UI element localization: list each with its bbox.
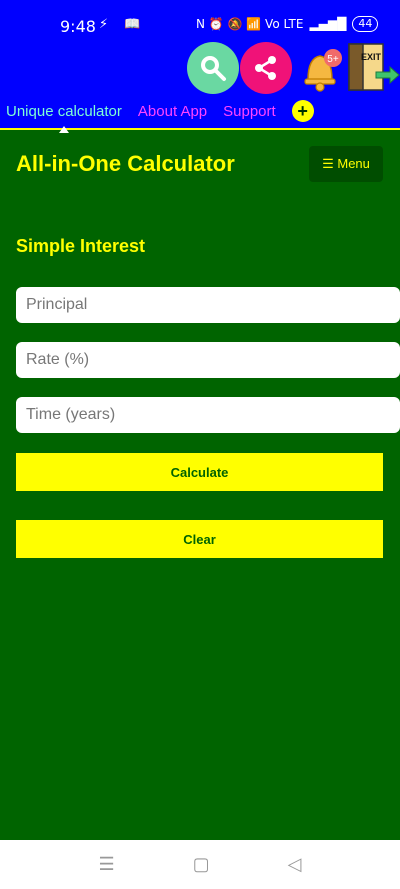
rate-input[interactable] <box>16 342 400 378</box>
share-icon <box>255 56 276 80</box>
menu-button[interactable]: ☰ Menu <box>309 146 383 182</box>
principal-input[interactable] <box>16 287 400 323</box>
page-title: All-in-One Calculator <box>16 151 235 176</box>
status-left-icons: ⚡ 📖 <box>99 17 147 32</box>
status-bar: 9:48 ⚡ 📖 N ⏰ 🔕 📶 Vo LTE ▂▄▆█ 44 <box>0 0 400 42</box>
system-nav-bar: ☰ ▢ ◁ <box>0 840 400 889</box>
exit-button[interactable]: EXIT <box>346 42 400 94</box>
share-button[interactable] <box>240 42 292 94</box>
signal-icon: ▂▄▆█ <box>309 17 347 31</box>
notification-badge: 5+ <box>327 54 339 65</box>
home-icon[interactable]: ▢ <box>193 854 210 875</box>
exit-icon: EXIT <box>348 43 400 91</box>
clear-button[interactable]: Clear <box>16 520 383 558</box>
time-input[interactable] <box>16 397 400 433</box>
bell-icon: 5+ <box>304 49 342 92</box>
tab-about-app[interactable]: About App <box>138 103 207 120</box>
status-icons-text: N ⏰ 🔕 📶 Vo LTE <box>196 17 304 31</box>
top-toolbar: 5+ EXIT Unique calculator About App Supp… <box>0 42 400 130</box>
calculate-button[interactable]: Calculate <box>16 453 383 491</box>
search-button[interactable] <box>187 42 239 94</box>
add-tab-button[interactable]: + <box>291 100 314 122</box>
battery-icon: 44 <box>352 16 379 32</box>
back-icon[interactable]: ◁ <box>288 854 302 875</box>
notification-button[interactable]: 5+ <box>296 42 346 94</box>
section-title: Simple Interest <box>16 236 146 256</box>
status-time: 9:48 <box>60 17 96 36</box>
exit-label: EXIT <box>361 52 382 62</box>
status-right-icons: N ⏰ 🔕 📶 Vo LTE ▂▄▆█ 44 <box>196 16 379 32</box>
search-icon <box>201 56 226 81</box>
recents-icon[interactable]: ☰ <box>99 854 115 875</box>
tab-bar: Unique calculator About App Support + <box>6 100 314 122</box>
tab-unique-calculator[interactable]: Unique calculator <box>6 103 122 120</box>
tab-support[interactable]: Support <box>223 103 276 120</box>
